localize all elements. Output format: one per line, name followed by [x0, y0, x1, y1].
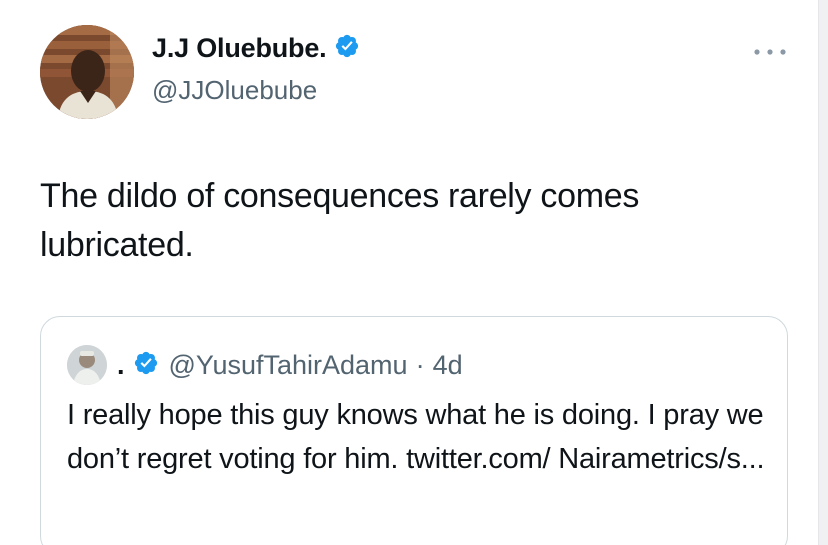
quoted-author-avatar[interactable] [67, 345, 107, 385]
author-handle[interactable]: @JJOluebube [152, 75, 317, 106]
quoted-author-display-name[interactable]: . [117, 350, 125, 381]
author-avatar[interactable] [40, 25, 134, 119]
more-options-button[interactable] [750, 38, 790, 66]
quoted-tweet-text: I really hope this guy knows what he is … [67, 399, 765, 475]
page-edge-divider [818, 0, 828, 545]
quoted-tweet-time[interactable]: 4d [433, 350, 463, 381]
tweet: J.J Oluebube. @JJOluebube The dildo of c… [0, 0, 828, 545]
author-display-name[interactable]: J.J Oluebube. [152, 33, 327, 64]
timestamp-separator: · [415, 349, 425, 380]
profile-photo-icon [40, 25, 134, 119]
quoted-author-handle[interactable]: @YusufTahirAdamu [169, 350, 408, 381]
more-horizontal-icon [754, 49, 786, 55]
verified-badge-icon [133, 350, 159, 381]
profile-photo-icon [67, 345, 107, 385]
quoted-tweet-card[interactable]: . @YusufTahirAdamu · 4d I really hope th… [40, 316, 788, 545]
tweet-text: The dildo of consequences rarely comes l… [40, 177, 640, 264]
author-name-row: J.J Oluebube. [152, 33, 360, 64]
verified-badge-icon [334, 33, 360, 64]
quoted-tweet-header: . @YusufTahirAdamu · 4d [67, 345, 463, 385]
